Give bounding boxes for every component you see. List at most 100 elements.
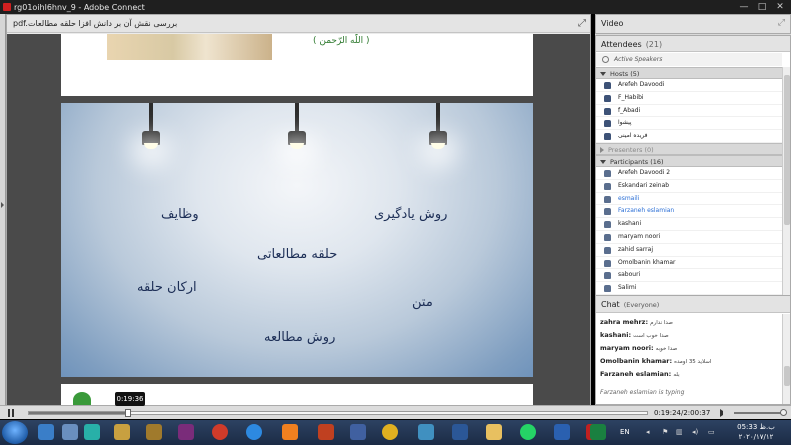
share-pod: pdf.بررسی نقش آن بر دانش افزا حلقه مطالع… bbox=[6, 14, 591, 405]
expand-arrow-icon[interactable] bbox=[1, 202, 4, 208]
attendee-row[interactable]: Arefeh Davoodi 2 bbox=[596, 167, 782, 180]
attendee-row[interactable]: Arefeh Davoodi bbox=[596, 79, 782, 92]
chat-sender: zahra mehrz: bbox=[600, 318, 649, 326]
attendee-row[interactable]: f_Abadi bbox=[596, 105, 782, 118]
taskbar-app-icon[interactable] bbox=[318, 424, 334, 440]
start-button[interactable] bbox=[2, 421, 28, 444]
taskbar-app-icon[interactable] bbox=[554, 424, 570, 440]
attendee-name: Arefeh Davoodi bbox=[618, 81, 665, 88]
document-viewer[interactable]: ( اللّٰه الرّحمن ) روش یادگیری وظایف حلق… bbox=[7, 34, 590, 405]
host-icon bbox=[604, 133, 611, 141]
host-icon bbox=[604, 107, 611, 115]
attendee-row[interactable]: esmaili bbox=[596, 193, 782, 206]
close-button[interactable]: ✕ bbox=[771, 0, 789, 14]
maximize-button[interactable]: □ bbox=[753, 0, 771, 14]
chevron-down-icon[interactable] bbox=[600, 159, 606, 164]
document-title: pdf.بررسی نقش آن بر دانش افزا حلقه مطالع… bbox=[13, 19, 178, 28]
playback-bar: 0:19:24/2:00:37 bbox=[0, 405, 791, 419]
scrollbar-thumb[interactable] bbox=[784, 366, 790, 386]
slide-word: روش یادگیری bbox=[374, 207, 448, 222]
chevron-right-icon[interactable] bbox=[600, 146, 604, 153]
file-explorer-icon[interactable] bbox=[486, 424, 502, 440]
chat-sender: Omolbanin khamar: bbox=[600, 357, 673, 365]
fullscreen-icon[interactable]: ⤢ bbox=[578, 18, 586, 29]
attendee-row[interactable]: sabouri bbox=[596, 269, 782, 283]
taskbar-app-icon[interactable] bbox=[246, 424, 262, 440]
attendee-row[interactable]: zahid sarraj bbox=[596, 244, 782, 257]
fullscreen-icon[interactable]: ⤢ bbox=[778, 18, 785, 28]
language-indicator[interactable]: EN bbox=[620, 428, 630, 436]
attendee-row[interactable]: فریده امینی bbox=[596, 130, 782, 143]
attendee-name: فریده امینی bbox=[618, 132, 648, 140]
chevron-down-icon[interactable] bbox=[600, 72, 606, 76]
chat-text: صدا خوبه bbox=[655, 346, 678, 352]
volume-icon[interactable] bbox=[720, 409, 728, 417]
taskbar-app-icon[interactable] bbox=[114, 424, 130, 440]
speaker-icon[interactable]: ◂) bbox=[692, 428, 698, 436]
participant-icon bbox=[604, 182, 611, 190]
vlc-icon[interactable] bbox=[282, 424, 298, 440]
chat-scrollbar[interactable] bbox=[782, 314, 790, 404]
clock[interactable]: 05:33 ب.ظ ۲۰۲۰/۱۷/۱۲ bbox=[730, 422, 782, 442]
taskbar-app-icon[interactable] bbox=[62, 424, 78, 440]
adobe-connect-taskbar-icon[interactable] bbox=[590, 424, 606, 440]
taskbar-app-icon[interactable] bbox=[146, 424, 162, 440]
window-title: rg01oihl6hnv_9 - Adobe Connect bbox=[14, 2, 145, 12]
flag-icon[interactable]: ⚑ bbox=[662, 428, 668, 436]
host-icon bbox=[604, 94, 611, 102]
clock-time: 05:33 ب.ظ bbox=[737, 423, 775, 431]
attendee-row[interactable]: kashani bbox=[596, 218, 782, 231]
active-speakers-row: Active Speakers bbox=[596, 53, 782, 66]
seek-handle[interactable] bbox=[125, 409, 132, 417]
pause-icon[interactable] bbox=[6, 408, 16, 418]
minimize-button[interactable]: — bbox=[735, 0, 753, 14]
attendee-row[interactable]: Farzaneh eslamian bbox=[596, 205, 782, 219]
tray-arrow-icon[interactable]: ◂ bbox=[646, 428, 650, 436]
participant-icon bbox=[604, 221, 611, 229]
attendee-group-header[interactable]: Hosts (5) bbox=[596, 67, 782, 79]
attendee-group-header[interactable]: Presenters (0) bbox=[596, 142, 782, 155]
chat-scope[interactable]: (Everyone) bbox=[624, 301, 660, 309]
word-icon[interactable] bbox=[452, 424, 468, 440]
attendee-name: Eskandari zeinab bbox=[618, 181, 670, 189]
attendee-row[interactable]: پیشوا bbox=[596, 117, 782, 131]
attendee-row[interactable]: maryam noori bbox=[596, 231, 782, 244]
whatsapp-icon[interactable] bbox=[520, 424, 536, 440]
attendee-group-header[interactable]: Participants (16) bbox=[596, 154, 782, 167]
taskbar-app-icon[interactable] bbox=[418, 424, 434, 440]
volume-slider[interactable] bbox=[734, 409, 787, 416]
chrome-icon[interactable] bbox=[382, 424, 398, 440]
participant-icon bbox=[604, 233, 611, 241]
attendees-pod: Attendees (21) Active Speakers Hosts (5) A… bbox=[595, 35, 791, 303]
attendee-row[interactable]: Salimi bbox=[596, 282, 782, 295]
participant-icon bbox=[604, 259, 611, 267]
participant-icon bbox=[604, 272, 611, 280]
participant-icon bbox=[604, 169, 611, 177]
attendee-row[interactable]: F_Habibi bbox=[596, 92, 782, 105]
attendee-name: sabouri bbox=[618, 271, 641, 279]
attendee-row[interactable]: Omolbanin khamar bbox=[596, 257, 782, 270]
taskbar-app-icon[interactable] bbox=[84, 424, 100, 440]
chat-messages: zahra mehrz: صدا ندارم kashani: صدا خوب ا… bbox=[600, 318, 778, 383]
taskbar-app-icon[interactable] bbox=[212, 424, 228, 440]
attendee-name: Arefeh Davoodi 2 bbox=[618, 168, 671, 176]
attendee-name: f_Abadi bbox=[618, 106, 641, 114]
seek-track[interactable] bbox=[28, 409, 648, 417]
chat-text: صدا ندارم bbox=[650, 320, 673, 326]
scrollbar-thumb[interactable] bbox=[784, 75, 790, 225]
attendee-scrollbar[interactable] bbox=[782, 67, 790, 302]
spotlight-icon bbox=[286, 103, 308, 157]
taskbar-app-icon[interactable] bbox=[38, 424, 54, 440]
volume-handle[interactable] bbox=[780, 409, 787, 416]
chat-message: Farzaneh eslamian: بله bbox=[600, 370, 778, 383]
network-icon[interactable]: ▥ bbox=[676, 428, 683, 436]
attendee-name: Farzaneh eslamian bbox=[618, 207, 675, 215]
battery-icon[interactable]: ▭ bbox=[708, 428, 715, 436]
attendee-group-label: Participants (16) bbox=[610, 157, 664, 166]
attendee-name: F_Habibi bbox=[618, 93, 644, 101]
taskbar-app-icon[interactable] bbox=[178, 424, 194, 440]
current-slide: روش یادگیری وظایف حلقه مطالعاتی ارکان حل… bbox=[61, 103, 533, 377]
attendee-row[interactable]: Eskandari zeinab bbox=[596, 180, 782, 193]
taskbar-app-icon[interactable] bbox=[350, 424, 366, 440]
share-pod-header: pdf.بررسی نقش آن بر دانش افزا حلقه مطالع… bbox=[7, 15, 590, 33]
